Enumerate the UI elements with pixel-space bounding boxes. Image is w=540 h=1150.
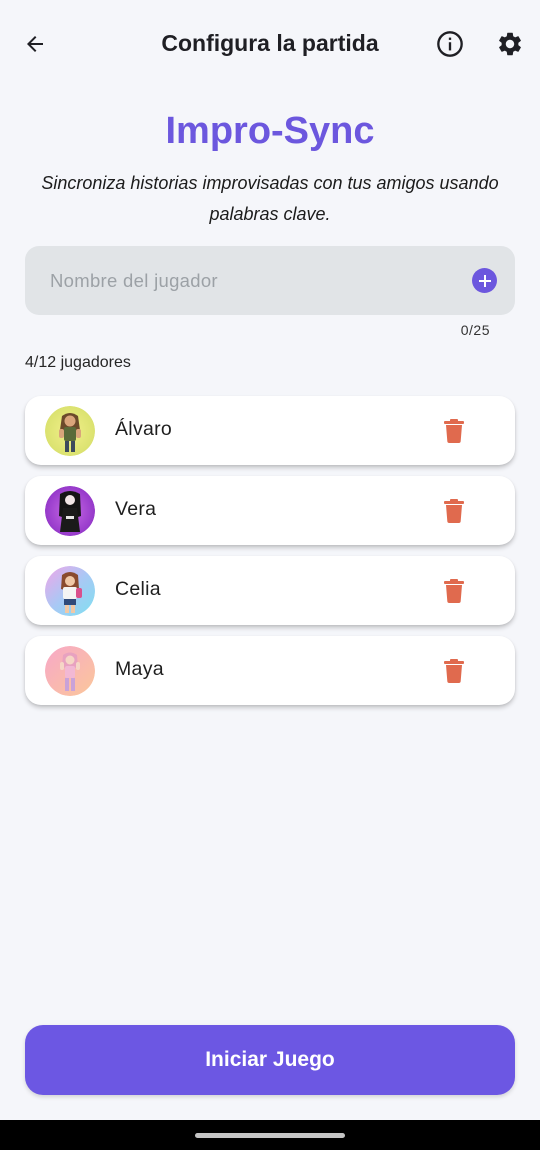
player-name: Vera: [115, 498, 157, 520]
settings-button[interactable]: [490, 24, 530, 64]
character-counter: 0/25: [460, 322, 490, 338]
delete-player-button[interactable]: [439, 416, 469, 446]
info-circle-icon: [437, 31, 463, 57]
player-name: Álvaro: [115, 418, 173, 440]
avatar: [45, 406, 95, 456]
delete-player-button[interactable]: [439, 656, 469, 686]
gear-icon: [499, 32, 521, 56]
gesture-handle[interactable]: [195, 1133, 345, 1138]
app-tagline: Sincroniza historias improvisadas con tu…: [41, 173, 499, 224]
plus-circle-icon: [478, 274, 491, 287]
player-count-label: 4/12 jugadores: [25, 354, 131, 371]
info-button[interactable]: [430, 24, 470, 64]
player-name: Maya: [115, 658, 164, 680]
system-navigation-bar: [0, 1120, 540, 1150]
trash-icon: [444, 419, 464, 443]
player-name-input[interactable]: [50, 266, 450, 296]
app-bar: Configura la partida: [0, 0, 540, 88]
player-name: Celia: [115, 578, 161, 600]
trash-icon: [444, 499, 464, 523]
app-brand-title: Impro-Sync: [165, 110, 375, 152]
player-list: Álvaro Vera Celia Maya: [25, 396, 515, 716]
delete-player-button[interactable]: [439, 496, 469, 526]
player-card: Celia: [25, 556, 515, 625]
avatar: [45, 486, 95, 536]
player-card: Maya: [25, 636, 515, 705]
trash-icon: [444, 659, 464, 683]
player-card: Vera: [25, 476, 515, 545]
delete-player-button[interactable]: [439, 576, 469, 606]
avatar: [45, 646, 95, 696]
player-card: Álvaro: [25, 396, 515, 465]
avatar: [45, 566, 95, 616]
add-player-button[interactable]: [472, 268, 497, 293]
trash-icon: [444, 579, 464, 603]
start-game-button[interactable]: Iniciar Juego: [25, 1025, 515, 1095]
player-name-input-box: [25, 246, 515, 315]
